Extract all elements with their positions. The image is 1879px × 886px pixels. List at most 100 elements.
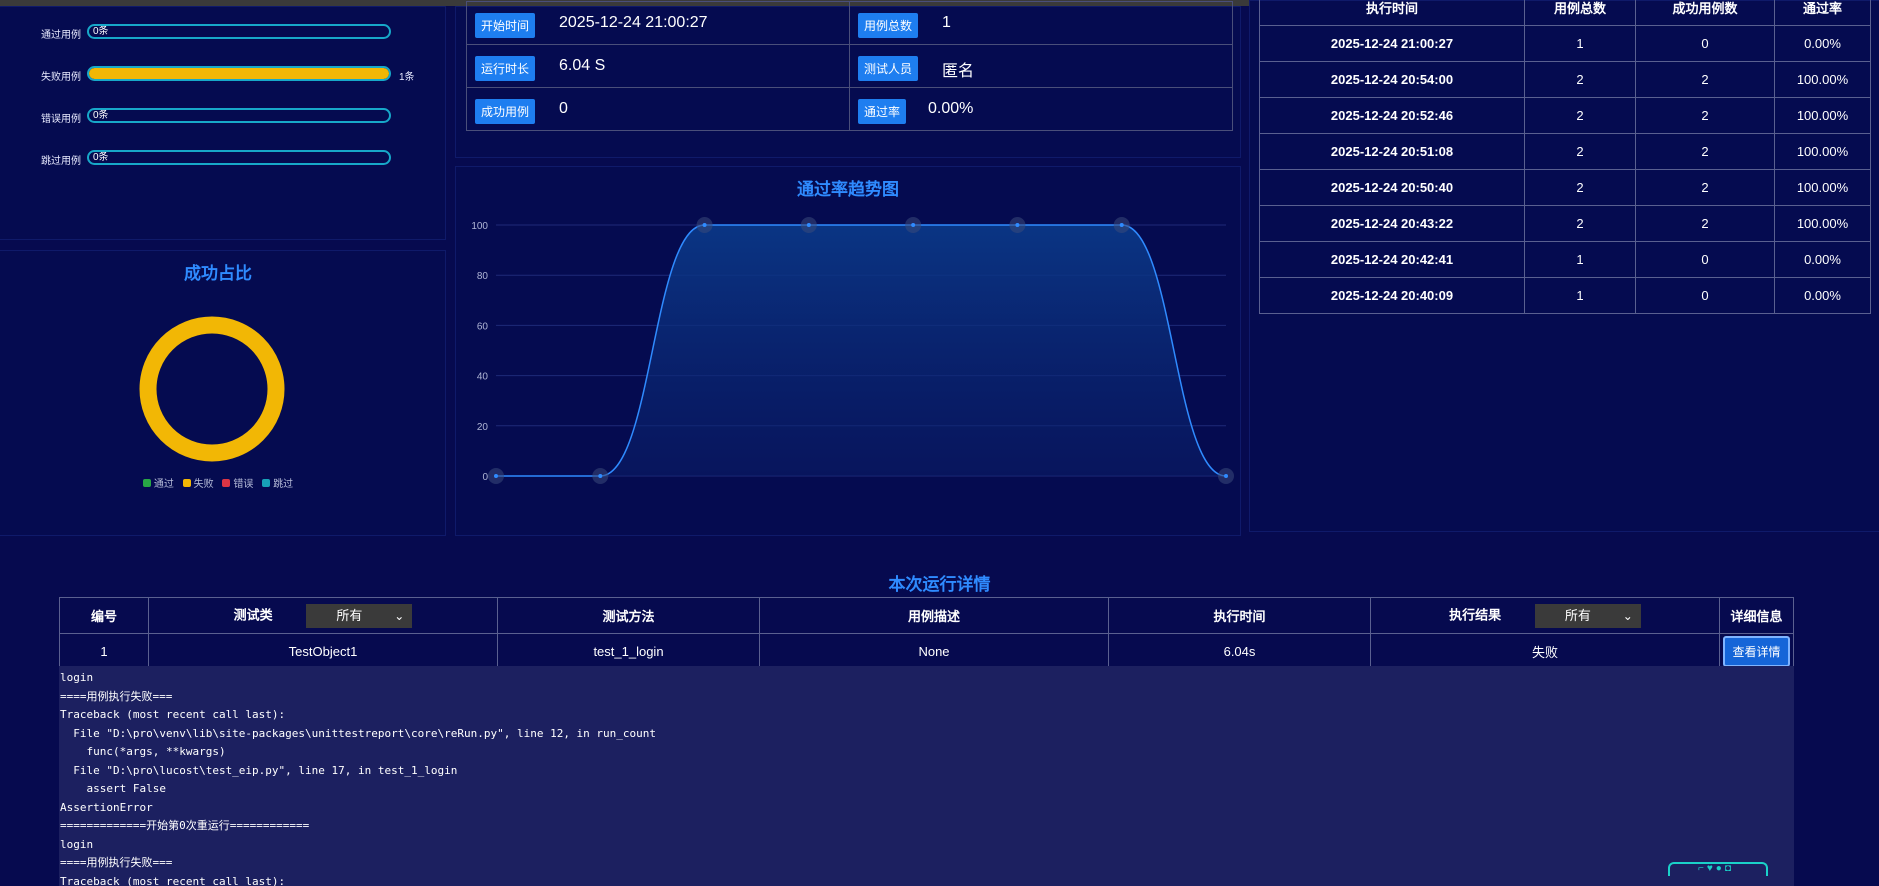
stat-label: 错误用例 xyxy=(41,114,81,125)
info-value: 0 xyxy=(559,100,568,117)
legend-label: 失败 xyxy=(193,479,214,490)
details-title: 本次运行详情 xyxy=(888,575,991,594)
progress-bar: 0条 xyxy=(87,150,391,165)
legend-label: 通过 xyxy=(153,479,174,490)
history-rate: 100.00% xyxy=(1774,133,1871,170)
info-badge: 开始时间 xyxy=(475,13,536,38)
data-point xyxy=(911,223,916,227)
history-table: 执行时间 用例总数 成功用例数 通过率 2025-12-24 21:00:27 1… xyxy=(1259,0,1871,314)
info-value: 0.00% xyxy=(928,100,974,117)
info-value: 匿名 xyxy=(942,63,975,80)
details-table: 编号 测试类 所有 ⌄ 测试方法 用例描述 执行时间 执行结果 所有 ⌄ 详细信息 … xyxy=(59,597,1794,670)
history-time: 2025-12-24 20:43:22 xyxy=(1259,205,1525,242)
cell-desc: None xyxy=(759,633,1109,670)
history-time: 2025-12-24 20:51:08 xyxy=(1259,133,1525,170)
data-point xyxy=(806,223,811,227)
stat-row-fail: 失败用例 1条 xyxy=(1,66,441,86)
history-total: 1 xyxy=(1524,25,1636,62)
data-point xyxy=(1224,474,1228,478)
legend-swatch xyxy=(182,478,191,487)
progress-bar: 0条 xyxy=(87,24,391,39)
info-cell-tester: 测试人员 匿名 xyxy=(849,44,1233,88)
cell-method: test_1_login xyxy=(497,633,760,670)
data-point xyxy=(598,474,603,478)
legend-item-pass[interactable]: 通过 xyxy=(142,475,174,490)
data-point xyxy=(494,474,498,478)
history-success: 0 xyxy=(1635,25,1775,62)
info-badge: 用例总数 xyxy=(858,13,919,38)
stat-row-pass: 通过用例 0条 xyxy=(1,24,441,44)
table-row: 1 TestObject1 test_1_login None 6.04s 失败… xyxy=(59,633,1794,670)
history-rate: 100.00% xyxy=(1774,205,1871,242)
y-tick-label: 100 xyxy=(471,221,488,232)
history-time: 2025-12-24 21:00:27 xyxy=(1259,25,1525,62)
history-row: 2025-12-24 20:54:00 2 2 100.00% xyxy=(1259,61,1871,98)
legend-item-error[interactable]: 错误 xyxy=(222,475,253,490)
history-header: 成功用例数 xyxy=(1635,0,1775,26)
history-success: 2 xyxy=(1635,205,1775,242)
result-filter-select[interactable]: 所有 ⌄ xyxy=(1534,603,1641,628)
history-rate: 100.00% xyxy=(1774,97,1871,134)
history-rate: 0.00% xyxy=(1774,277,1871,314)
class-filter-value: 所有 xyxy=(336,607,363,623)
legend: 通过 失败 错误 跳过 xyxy=(0,475,445,490)
legend-item-skip[interactable]: 跳过 xyxy=(262,475,293,490)
y-tick-label: 40 xyxy=(477,372,489,383)
y-tick-label: 80 xyxy=(477,271,489,282)
floating-widget[interactable]: ⌐♥●◘ xyxy=(1668,862,1768,876)
header-class-label: 测试类 xyxy=(233,606,273,622)
legend-label: 错误 xyxy=(233,479,254,490)
info-value: 6.04 S xyxy=(559,57,606,74)
stat-label: 失败用例 xyxy=(41,72,81,83)
view-details-button[interactable]: 查看详情 xyxy=(1723,636,1790,667)
header-id: 编号 xyxy=(59,597,149,634)
history-success: 2 xyxy=(1635,97,1775,134)
history-time: 2025-12-24 20:50:40 xyxy=(1259,169,1525,206)
header-class: 测试类 所有 ⌄ xyxy=(148,597,498,634)
history-rate: 0.00% xyxy=(1774,25,1871,62)
legend-item-fail[interactable]: 失败 xyxy=(182,475,214,490)
pass-rate-trend-panel: 通过率趋势图 0 20 40 60 80 100 xyxy=(455,166,1241,536)
history-header: 用例总数 xyxy=(1524,0,1636,26)
header-method: 测试方法 xyxy=(497,597,760,634)
history-row: 2025-12-24 20:43:22 2 2 100.00% xyxy=(1259,205,1871,242)
progress-bar: 0条 xyxy=(87,108,391,123)
stat-row-skip: 跳过用例 0条 xyxy=(1,150,441,170)
info-cell-start-time: 开始时间 2025-12-24 21:00:27 xyxy=(466,1,850,45)
history-success: 2 xyxy=(1635,169,1775,206)
data-point xyxy=(702,223,707,227)
history-row: 2025-12-24 20:52:46 2 2 100.00% xyxy=(1259,97,1871,134)
trend-chart: 0 20 40 60 80 100 xyxy=(471,217,1234,484)
header-result-label: 执行结果 xyxy=(1449,606,1502,622)
cell-time: 6.04s xyxy=(1108,633,1371,670)
progress-text: 0条 xyxy=(93,152,109,163)
history-row: 2025-12-24 20:50:40 2 2 100.00% xyxy=(1259,169,1871,206)
info-badge: 通过率 xyxy=(858,99,907,124)
history-total: 2 xyxy=(1524,97,1636,134)
donut-chart xyxy=(139,316,285,462)
y-tick-label: 0 xyxy=(482,472,488,483)
info-cell-success: 成功用例 0 xyxy=(466,87,850,131)
history-row: 2025-12-24 21:00:27 1 0 0.00% xyxy=(1259,25,1871,62)
history-rate: 100.00% xyxy=(1774,169,1871,206)
progress-text: 0条 xyxy=(93,110,109,121)
success-ratio-panel: 成功占比 通过 失败 错误 跳过 xyxy=(0,250,446,536)
info-badge: 运行时长 xyxy=(475,56,536,81)
data-point xyxy=(1119,223,1124,227)
run-info-panel: 开始时间 2025-12-24 21:00:27 用例总数 1 运行时长 6.0… xyxy=(455,1,1241,158)
info-badge: 测试人员 xyxy=(858,56,919,81)
class-filter-select[interactable]: 所有 ⌄ xyxy=(306,603,413,628)
y-tick-label: 20 xyxy=(477,422,489,433)
history-success: 0 xyxy=(1635,277,1775,314)
progress-bar xyxy=(87,66,391,81)
history-time: 2025-12-24 20:42:41 xyxy=(1259,241,1525,278)
history-success: 0 xyxy=(1635,241,1775,278)
cell-result: 失败 xyxy=(1370,633,1720,670)
history-row: 2025-12-24 20:42:41 1 0 0.00% xyxy=(1259,241,1871,278)
history-rate: 0.00% xyxy=(1774,241,1871,278)
progress-count: 1条 xyxy=(399,72,415,83)
legend-swatch xyxy=(222,478,231,487)
history-success: 2 xyxy=(1635,133,1775,170)
info-badge: 成功用例 xyxy=(475,99,536,124)
cell-id: 1 xyxy=(59,633,149,670)
